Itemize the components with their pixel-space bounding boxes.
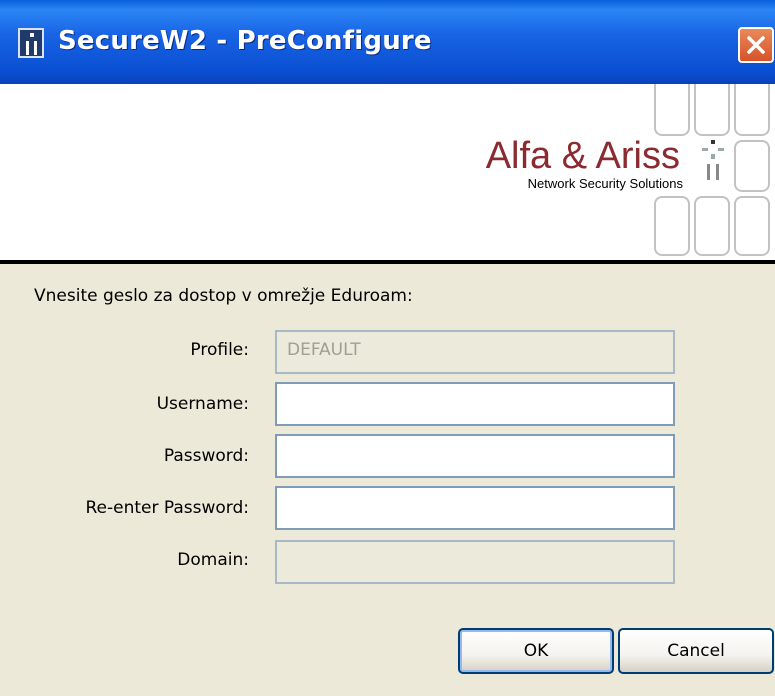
close-button[interactable]	[738, 27, 774, 63]
domain-field	[275, 540, 675, 584]
banner-divider	[0, 260, 775, 264]
dialog-window: SecureW2 - PreConfigure Alfa & Ariss Net…	[0, 0, 775, 696]
reenter-password-label: Re-enter Password:	[85, 498, 249, 518]
company-tagline: Network Security Solutions	[527, 176, 683, 191]
profile-label: Profile:	[190, 340, 249, 360]
window-title: SecureW2 - PreConfigure	[58, 26, 432, 56]
cancel-button[interactable]: Cancel	[618, 628, 774, 674]
domain-label: Domain:	[177, 550, 249, 570]
alfa-ariss-logo-icon	[702, 140, 724, 180]
logo-frame	[654, 84, 690, 136]
username-field[interactable]	[275, 382, 675, 426]
profile-field: DEFAULT	[275, 330, 675, 374]
username-label: Username:	[156, 394, 249, 414]
logo-frame	[734, 140, 770, 192]
password-label: Password:	[163, 446, 249, 466]
instruction-text: Vnesite geslo za dostop v omrežje Eduroa…	[34, 286, 413, 306]
company-name: Alfa & Ariss	[485, 135, 680, 177]
password-field[interactable]	[275, 434, 675, 478]
logo-frame	[694, 84, 730, 136]
logo-frame	[694, 196, 730, 256]
logo-frame	[734, 196, 770, 256]
reenter-password-field[interactable]	[275, 486, 675, 530]
app-icon	[18, 28, 44, 58]
logo-frame	[734, 84, 770, 136]
title-bar[interactable]: SecureW2 - PreConfigure	[0, 0, 775, 84]
close-icon	[747, 36, 765, 54]
ok-button[interactable]: OK	[458, 628, 614, 674]
logo-frame	[654, 196, 690, 256]
